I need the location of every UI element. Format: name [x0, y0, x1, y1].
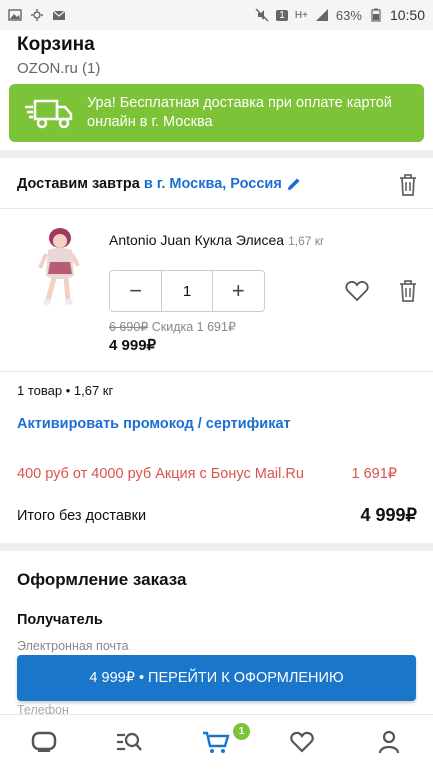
- cart-icon: [203, 731, 230, 753]
- edit-pencil-icon[interactable]: [286, 176, 302, 192]
- delivery-city-link[interactable]: в г. Москва, Россия: [144, 176, 282, 192]
- product-name-row: Antonio Juan Кукла Элисеа 1,67 кг: [109, 232, 324, 248]
- promo-discount-row: 400 руб от 4000 руб Акция с Бонус Mail.R…: [17, 466, 397, 482]
- gallery-icon: [8, 8, 22, 22]
- nav-home[interactable]: [29, 727, 59, 757]
- email-field-label[interactable]: Электронная почта: [17, 639, 129, 653]
- battery-icon: [369, 8, 383, 22]
- checkout-button[interactable]: 4 999₽ • ПЕРЕЙТИ К ОФОРМЛЕНИЮ: [17, 655, 416, 701]
- favorite-heart-icon[interactable]: [345, 280, 369, 302]
- nav-profile[interactable]: [374, 727, 404, 757]
- sim-badge: 1: [276, 9, 288, 21]
- section-divider: [0, 543, 433, 551]
- banner-line-2: онлайн в г. Москва: [87, 114, 213, 130]
- free-delivery-banner: Ура! Бесплатная доставка при оплате карт…: [9, 84, 424, 142]
- delivery-label: Доставим завтра: [17, 176, 140, 192]
- increase-quantity-button[interactable]: +: [213, 271, 264, 311]
- status-bar: 1 H+ 63% 10:50: [0, 0, 433, 30]
- checkout-title: Оформление заказа: [17, 570, 187, 589]
- network-type: H+: [294, 9, 308, 21]
- decrease-quantity-button[interactable]: −: [110, 271, 161, 311]
- cart-count-badge: 1: [233, 723, 250, 740]
- product-weight: 1,67 кг: [288, 234, 325, 248]
- bottom-navigation: 1: [0, 714, 433, 770]
- activate-promo-link[interactable]: Активировать промокод / сертификат: [17, 416, 291, 432]
- product-name[interactable]: Antonio Juan Кукла Элисеа: [109, 232, 284, 248]
- clock: 10:50: [389, 7, 425, 23]
- recipient-heading: Получатель: [17, 612, 103, 628]
- total-row: Итого без доставки 4 999₽: [17, 505, 417, 526]
- current-price: 4 999₽: [109, 337, 157, 354]
- favorites-icon: [290, 731, 314, 753]
- section-divider: [0, 150, 433, 158]
- product-image[interactable]: [34, 224, 84, 308]
- cart-summary: 1 товар • 1,67 кг: [17, 383, 114, 398]
- promo-text: 400 руб от 4000 руб Акция с Бонус Mail.R…: [17, 466, 304, 482]
- old-price: 6 690₽: [109, 320, 149, 334]
- delete-item-trash-icon[interactable]: [397, 279, 419, 303]
- delivery-info: Доставим завтра в г. Москва, Россия: [17, 176, 302, 192]
- total-value: 4 999₽: [360, 505, 418, 525]
- nav-catalog[interactable]: [114, 727, 144, 757]
- promo-amount: 1 691₽: [351, 466, 397, 482]
- quantity-stepper: − 1 +: [109, 270, 265, 312]
- home-icon: [31, 731, 57, 752]
- delete-all-trash-icon[interactable]: [397, 173, 419, 197]
- catalog-search-icon: [117, 732, 142, 751]
- battery-percent: 63%: [335, 7, 362, 23]
- page-subtitle: OZON.ru (1): [17, 60, 101, 77]
- profile-icon: [378, 730, 400, 754]
- mail-icon: [52, 8, 66, 22]
- discount: Скидка 1 691₽: [151, 320, 236, 334]
- total-label: Итого без доставки: [17, 507, 147, 524]
- signal-icon: [315, 8, 329, 22]
- divider: [0, 208, 433, 209]
- quantity-field[interactable]: 1: [161, 271, 213, 311]
- divider: [0, 371, 433, 372]
- page-title: Корзина: [17, 34, 95, 55]
- app-header: Корзина OZON.ru (1): [0, 30, 433, 88]
- nav-cart[interactable]: [201, 727, 231, 757]
- delivery-truck-icon: [25, 99, 73, 129]
- price-details: 6 690₽ Скидка 1 691₽: [109, 319, 236, 334]
- banner-line-1: Ура! Бесплатная доставка при оплате карт…: [87, 95, 392, 111]
- mute-icon: [255, 8, 269, 22]
- nav-favorites[interactable]: [287, 727, 317, 757]
- weather-icon: [30, 8, 44, 22]
